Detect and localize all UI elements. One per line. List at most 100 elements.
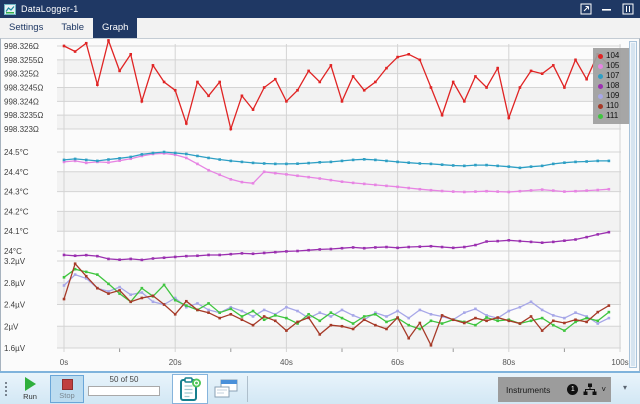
data-point: [596, 322, 599, 325]
data-point: [474, 75, 477, 78]
data-point: [207, 309, 210, 312]
data-point: [207, 157, 210, 160]
data-point: [107, 39, 110, 42]
data-point: [485, 190, 488, 193]
series-line-107: [64, 152, 609, 168]
data-point: [63, 159, 66, 162]
data-point: [96, 287, 99, 290]
plot-stripe: [57, 326, 621, 348]
legend-item[interactable]: 110: [598, 101, 632, 111]
data-point: [230, 178, 233, 181]
data-point: [585, 189, 588, 192]
data-point: [296, 89, 299, 92]
data-point: [241, 181, 244, 184]
legend-item[interactable]: 105: [598, 61, 632, 71]
legend-item[interactable]: 108: [598, 81, 632, 91]
toolbar-overflow-chevron-icon[interactable]: ▾: [623, 383, 627, 392]
play-icon: [25, 377, 36, 391]
data-point: [307, 176, 310, 179]
run-button[interactable]: Run: [13, 375, 47, 403]
data-point: [285, 317, 288, 320]
data-point: [129, 156, 132, 159]
data-point: [574, 318, 577, 321]
data-point: [252, 182, 255, 185]
legend: 104105107108109110111: [593, 48, 634, 124]
data-point: [452, 318, 455, 321]
tab-settings[interactable]: Settings: [0, 18, 52, 38]
data-point: [341, 309, 344, 312]
data-point: [74, 50, 77, 53]
data-point: [407, 161, 410, 164]
stop-button[interactable]: Stop: [50, 375, 84, 403]
data-point: [508, 165, 511, 168]
data-point: [107, 161, 110, 164]
legend-item[interactable]: 111: [598, 111, 632, 121]
data-point: [563, 239, 566, 242]
data-point: [419, 245, 422, 248]
data-point: [296, 310, 299, 313]
y-axis-tick-label: 998.326Ω: [4, 42, 39, 51]
data-point: [318, 311, 321, 314]
pop-out-icon[interactable]: [580, 3, 592, 15]
vertical-scrollbar[interactable]: [629, 41, 637, 368]
data-point: [363, 89, 366, 92]
y-axis-tick-label: 24°C: [4, 247, 22, 256]
data-point: [341, 180, 344, 183]
legend-label: 111: [606, 111, 618, 121]
data-point: [330, 161, 333, 164]
scrollbar-thumb[interactable]: [631, 43, 635, 366]
data-point: [508, 239, 511, 242]
data-point: [196, 309, 199, 312]
legend-item[interactable]: 107: [598, 71, 632, 81]
app-chart-icon: [4, 4, 16, 15]
toolbar-grip-handle[interactable]: [5, 382, 8, 396]
data-point: [352, 314, 355, 317]
data-point: [118, 258, 121, 261]
data-point: [296, 162, 299, 165]
data-point: [307, 70, 310, 73]
data-point: [485, 316, 488, 319]
data-point: [541, 188, 544, 191]
data-point: [163, 151, 166, 154]
data-point: [352, 328, 355, 331]
y-axis-tick-label: 998.324Ω: [4, 97, 39, 106]
data-point: [474, 190, 477, 193]
instruments-panel[interactable]: Instruments 1 ˅: [498, 377, 611, 402]
data-point: [318, 177, 321, 180]
y-axis-tick-label: 24.4°C: [4, 168, 29, 177]
data-point: [608, 317, 611, 320]
data-point: [352, 159, 355, 162]
data-point: [352, 182, 355, 185]
data-point: [430, 245, 433, 248]
cascade-windows-button[interactable]: [212, 377, 240, 401]
notes-clipboard-icon: [178, 376, 202, 403]
data-point: [285, 163, 288, 166]
data-point: [218, 173, 221, 176]
x-axis-tick-label: 80s: [502, 358, 515, 367]
legend-item[interactable]: 104: [598, 51, 632, 61]
data-point: [563, 322, 566, 325]
legend-label: 105: [606, 61, 619, 71]
data-point: [285, 306, 288, 309]
data-point: [363, 158, 366, 161]
data-point: [374, 159, 377, 162]
panel-columns-icon[interactable]: [622, 3, 634, 15]
data-point: [274, 251, 277, 254]
notes-clipboard-button[interactable]: [172, 374, 208, 404]
data-point: [574, 161, 577, 164]
data-point: [74, 158, 77, 161]
data-point: [485, 164, 488, 167]
legend-item[interactable]: 109: [598, 91, 632, 101]
minimize-icon[interactable]: [602, 3, 612, 15]
data-point: [341, 100, 344, 103]
data-point: [419, 188, 422, 191]
data-point: [363, 315, 366, 318]
data-point: [563, 329, 566, 332]
data-point: [196, 155, 199, 158]
data-point: [385, 328, 388, 331]
progress-bar: [88, 386, 160, 396]
data-point: [352, 75, 355, 78]
tab-table[interactable]: Table: [52, 18, 93, 38]
tab-graph[interactable]: Graph: [93, 18, 137, 38]
data-point: [474, 244, 477, 247]
